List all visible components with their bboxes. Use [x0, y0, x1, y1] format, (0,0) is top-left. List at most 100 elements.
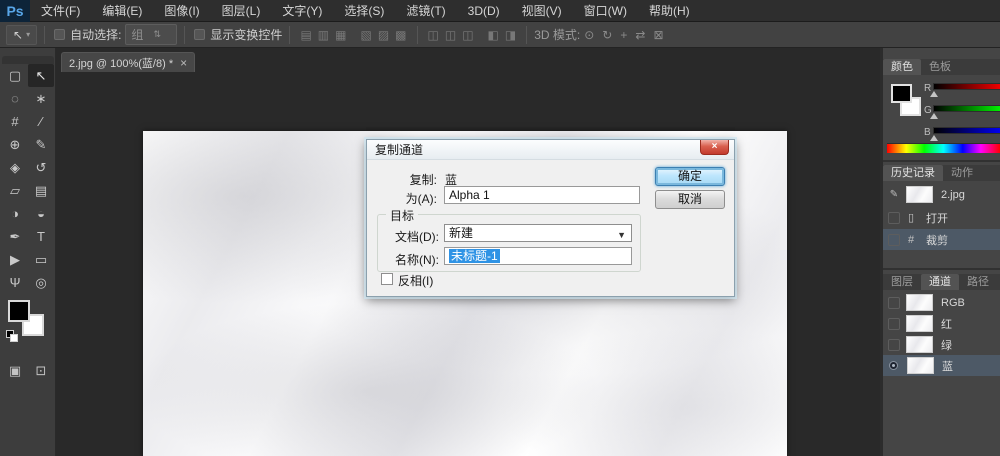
history-brush-tool[interactable]: ↺ — [28, 156, 54, 179]
close-icon[interactable]: × — [180, 56, 187, 70]
gradient-tool[interactable]: ▤ — [28, 179, 54, 202]
history-step-open[interactable]: ▯ 打开 — [883, 207, 1000, 228]
menu-item-help[interactable]: 帮助(H) — [638, 0, 701, 22]
color-spectrum-ramp[interactable] — [887, 143, 1000, 153]
distribute-h-icon[interactable]: ◧ — [485, 28, 502, 42]
channel-row-green[interactable]: 绿 — [883, 334, 1000, 355]
distribute-v-icon[interactable]: ◨ — [502, 28, 519, 42]
document-dropdown[interactable]: 新建 ▼ — [444, 224, 632, 242]
menu-item-image[interactable]: 图像(I) — [153, 0, 210, 22]
3d-pan-icon[interactable]: + — [616, 28, 631, 42]
current-tool-preset[interactable]: ↖ ▾ — [6, 25, 37, 45]
zoom-tool[interactable]: ◎ — [28, 271, 54, 294]
visibility-slot[interactable] — [888, 297, 900, 309]
tab-swatches[interactable]: 色板 — [921, 59, 959, 75]
tab-history[interactable]: 历史记录 — [883, 165, 943, 181]
green-slider[interactable] — [933, 105, 1000, 112]
green-slider-knob[interactable] — [930, 113, 938, 119]
quick-mask-button[interactable]: ▣ — [2, 360, 28, 382]
ok-button[interactable]: 确定 — [655, 167, 725, 186]
align-h-centers-icon[interactable]: ▥ — [315, 28, 332, 42]
invert-checkbox[interactable] — [381, 273, 393, 285]
pen-tool[interactable]: ✒ — [2, 225, 28, 248]
menu-item-layer[interactable]: 图层(L) — [211, 0, 272, 22]
move-tool[interactable]: ↖ — [28, 64, 54, 87]
history-step-crop[interactable]: # 裁剪 — [883, 229, 1000, 250]
align-v-centers-icon[interactable]: ▨ — [375, 28, 392, 42]
channel-label: 绿 — [941, 337, 952, 353]
channel-label: 红 — [941, 316, 952, 332]
screen-mode-button[interactable]: ⊡ — [28, 360, 54, 382]
eyedropper-tool[interactable]: ∕ — [28, 110, 54, 133]
type-tool[interactable]: T — [28, 225, 54, 248]
magic-wand-tool[interactable]: ∗ — [28, 87, 54, 110]
shape-tool[interactable]: ▭ — [28, 248, 54, 271]
brush-tool[interactable]: ✎ — [28, 133, 54, 156]
distribute-right-icon[interactable]: ◫ — [459, 28, 476, 42]
menu-item-filter[interactable]: 滤镜(T) — [395, 0, 456, 22]
clone-stamp-tool[interactable]: ◈ — [2, 156, 28, 179]
snapshot-thumbnail — [906, 186, 933, 203]
menu-item-view[interactable]: 视图(V) — [511, 0, 573, 22]
3d-rotate-icon[interactable]: ⊙ — [580, 28, 598, 42]
crop-tool[interactable]: # — [2, 110, 28, 133]
show-transform-checkbox[interactable] — [194, 29, 205, 40]
tab-layers[interactable]: 图层 — [883, 274, 921, 290]
blue-slider[interactable] — [933, 127, 1000, 134]
menu-item-type[interactable]: 文字(Y) — [271, 0, 333, 22]
visibility-slot[interactable] — [888, 318, 900, 330]
dialog-close-button[interactable]: × — [700, 140, 729, 155]
cancel-button[interactable]: 取消 — [655, 190, 725, 209]
channel-row-blue[interactable]: 蓝 — [883, 355, 1000, 376]
rect-marquee-tool[interactable]: ▢ — [2, 64, 28, 87]
updown-arrows-icon: ⇅ — [153, 29, 161, 40]
dialog-title-bar[interactable]: 复制通道 — [367, 140, 734, 160]
tab-paths[interactable]: 路径 — [959, 274, 997, 290]
history-source-slot[interactable] — [888, 212, 900, 224]
distribute-left-icon[interactable]: ◫ — [425, 28, 442, 42]
default-colors-icon[interactable] — [6, 330, 18, 342]
tab-color[interactable]: 颜色 — [883, 59, 921, 75]
menu-item-3d[interactable]: 3D(D) — [457, 0, 511, 22]
eraser-tool[interactable]: ▱ — [2, 179, 28, 202]
foreground-color-swatch[interactable] — [8, 300, 30, 322]
channel-row-red[interactable]: 红 — [883, 313, 1000, 334]
menu-item-select[interactable]: 选择(S) — [333, 0, 395, 22]
auto-select-checkbox[interactable] — [54, 29, 65, 40]
3d-slide-icon[interactable]: ⇄ — [631, 28, 649, 42]
menu-item-file[interactable]: 文件(F) — [30, 0, 91, 22]
eye-icon[interactable] — [889, 361, 898, 370]
channel-thumbnail — [906, 336, 933, 353]
history-brush-source-icon[interactable]: ✎ — [888, 189, 900, 201]
name-input[interactable]: 未标题-1 — [444, 247, 632, 265]
path-select-tool[interactable]: ▶ — [2, 248, 28, 271]
history-snapshot-row[interactable]: ✎ 2.jpg — [883, 184, 1000, 205]
lasso-tool[interactable]: ◌ — [2, 87, 28, 110]
tab-channels[interactable]: 通道 — [921, 274, 959, 290]
as-input[interactable]: Alpha 1 — [444, 186, 640, 204]
tab-actions[interactable]: 动作 — [943, 165, 981, 181]
blur-tool[interactable]: ◑ — [2, 202, 28, 225]
channel-row-rgb[interactable]: RGB — [883, 292, 1000, 313]
dodge-tool[interactable]: ◒ — [28, 202, 54, 225]
3d-scale-icon[interactable]: ⊠ — [649, 28, 667, 42]
red-slider[interactable] — [933, 83, 1000, 90]
visibility-slot[interactable] — [888, 339, 900, 351]
color-panel-fg-swatch[interactable] — [891, 84, 912, 103]
align-bottom-edges-icon[interactable]: ▩ — [392, 28, 409, 42]
auto-select-dropdown[interactable]: 组 ⇅ — [125, 24, 177, 45]
tools-panel-header[interactable] — [2, 56, 54, 64]
history-source-slot[interactable] — [888, 234, 900, 246]
align-right-edges-icon[interactable]: ▦ — [332, 28, 349, 42]
align-top-edges-icon[interactable]: ▧ — [357, 28, 374, 42]
document-tab[interactable]: 2.jpg @ 100%(蓝/8) * × — [61, 52, 195, 72]
menu-item-edit[interactable]: 编辑(E) — [91, 0, 153, 22]
3d-roll-icon[interactable]: ↻ — [598, 28, 616, 42]
blue-slider-knob[interactable] — [930, 135, 938, 141]
distribute-center-icon[interactable]: ◫ — [442, 28, 459, 42]
menu-item-window[interactable]: 窗口(W) — [573, 0, 638, 22]
red-slider-knob[interactable] — [930, 91, 938, 97]
hand-tool[interactable]: Ψ — [2, 271, 28, 294]
healing-brush-tool[interactable]: ⊕ — [2, 133, 28, 156]
align-left-edges-icon[interactable]: ▤ — [297, 28, 314, 42]
